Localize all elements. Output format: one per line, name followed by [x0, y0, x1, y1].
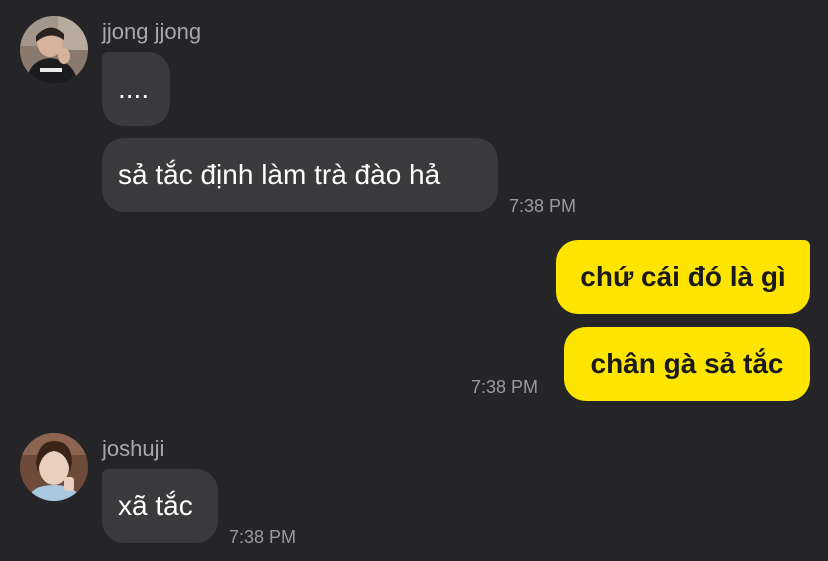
message-bubble-outgoing[interactable]: chứ cái đó là gì: [556, 240, 810, 314]
message-bubble[interactable]: xã tắc: [102, 469, 218, 543]
sender-name: jjong jjong: [102, 19, 202, 44]
message-bubble[interactable]: ....: [102, 52, 170, 126]
avatar-jjong-jjong[interactable]: [20, 16, 88, 84]
message-timestamp: 7:38 PM: [229, 527, 297, 547]
person-photo-icon: [20, 16, 88, 84]
sender-name: joshuji: [102, 436, 165, 461]
message-bubble-outgoing[interactable]: chân gà sả tắc: [564, 327, 810, 401]
message-timestamp: 7:38 PM: [509, 196, 577, 216]
chat-thread[interactable]: jjong jjong .... sả tắc định làm trà đào…: [0, 0, 828, 561]
avatar-joshuji[interactable]: [20, 433, 88, 501]
person-photo-icon: [20, 433, 88, 501]
message-timestamp: 7:38 PM: [471, 377, 539, 397]
message-bubble[interactable]: sả tắc định làm trà đào hả: [102, 138, 498, 212]
